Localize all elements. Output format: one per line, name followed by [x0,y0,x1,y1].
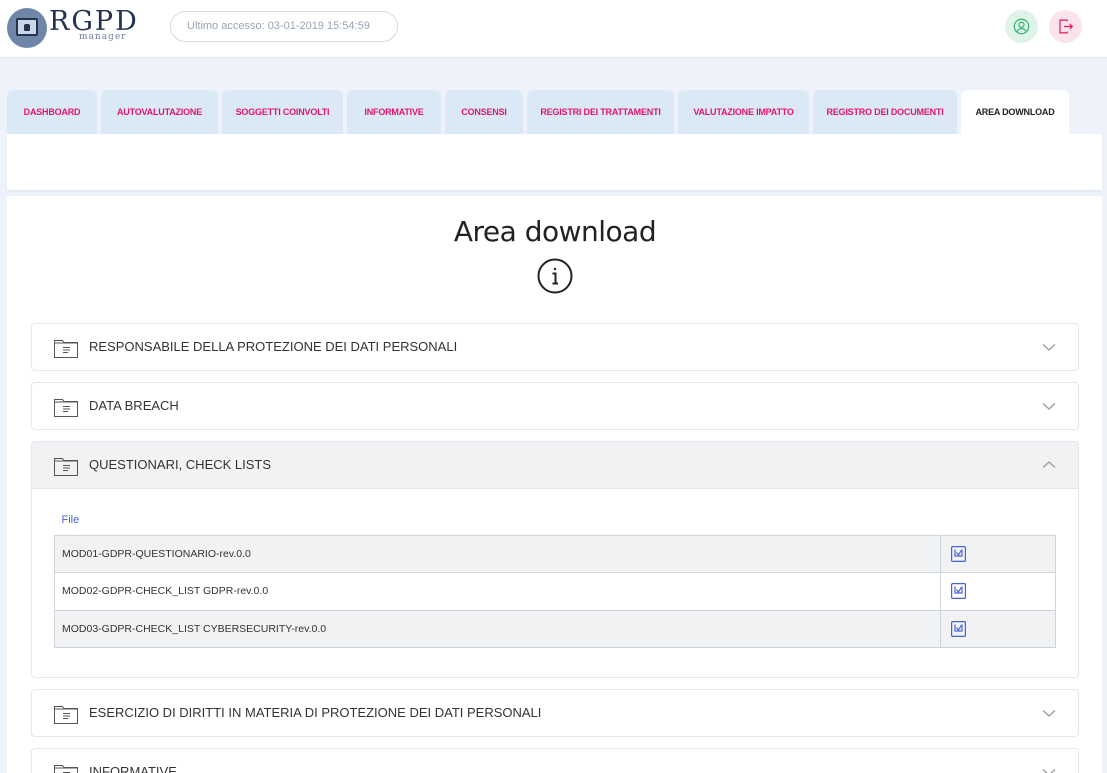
chevron-down-icon [1042,403,1056,410]
section-label: RESPONSABILE DELLA PROTEZIONE DEI DATI P… [89,339,458,354]
chevron-down-icon [1042,710,1056,717]
tab-registro-documenti[interactable]: REGISTRO DEI DOCUMENTI [813,90,957,134]
folder-icon [54,706,78,724]
file-column-header: File [54,505,1056,536]
download-icon[interactable] [951,545,966,562]
table-row: MOD01-GDPR-QUESTIONARIO-rev.0.0 [54,535,1056,573]
tab-registri-trattamenti[interactable]: REGISTRI DEI TRATTAMENTI [527,90,674,134]
section-responsabile-protezione[interactable]: RESPONSABILE DELLA PROTEZIONE DEI DATI P… [31,323,1079,371]
tab-consensi[interactable]: CONSENSI [445,90,523,134]
section-label: DATA BREACH [89,398,179,413]
section-data-breach[interactable]: DATA BREACH [31,382,1079,430]
table-row: MOD03-GDPR-CHECK_LIST CYBERSECURITY-rev.… [54,610,1056,648]
download-icon[interactable] [951,620,966,637]
top-header: RGPD manager Ultimo accesso: 03-01-2019 … [0,0,1107,58]
logout-button[interactable] [1049,10,1082,43]
file-name: MOD03-GDPR-CHECK_LIST CYBERSECURITY-rev.… [54,610,941,648]
page-title: Area download [453,215,657,248]
section-esercizio-diritti[interactable]: ESERCIZIO DI DIRITTI IN MATERIA DI PROTE… [31,689,1079,737]
download-icon[interactable] [951,583,966,600]
chevron-up-icon [1042,461,1056,468]
section-informative[interactable]: INFORMATIVE [31,748,1079,773]
files-table: File MOD01-GDPR-QUESTIONARIO-rev.0.0 MOD… [54,505,1056,648]
file-name: MOD01-GDPR-QUESTIONARIO-rev.0.0 [54,535,941,573]
folder-icon [54,399,78,417]
download-cell [940,535,1056,573]
folder-icon [54,458,78,476]
info-icon[interactable] [537,258,573,294]
logo-subtext: manager [79,32,127,42]
app-logo[interactable]: RGPD manager [7,8,139,48]
tab-area-download[interactable]: AREA DOWNLOAD [961,90,1069,134]
section-label: INFORMATIVE [89,764,177,773]
profile-button[interactable] [1005,10,1038,43]
tab-dashboard[interactable]: DASHBOARD [7,90,97,134]
section-questionari-body: File MOD01-GDPR-QUESTIONARIO-rev.0.0 MOD… [31,489,1079,678]
table-row: MOD02-GDPR-CHECK_LIST GDPR-rev.0.0 [54,572,1056,611]
tab-autovalutazione[interactable]: AUTOVALUTAZIONE [101,90,218,134]
tab-informative[interactable]: INFORMATIVE [347,90,441,134]
user-circle-icon [1013,18,1030,35]
folder-icon [54,340,78,358]
tab-soggetti-coinvolti[interactable]: SOGGETTI COINVOLTI [222,90,343,134]
chevron-down-icon [1042,344,1056,351]
last-access-badge: Ultimo accesso: 03-01-2019 15:54:59 [170,11,398,42]
tab-valutazione-impatto[interactable]: VALUTAZIONE IMPATTO [678,90,809,134]
download-cell [940,610,1056,648]
logout-icon [1059,19,1074,34]
chevron-down-icon [1042,769,1056,773]
file-name: MOD02-GDPR-CHECK_LIST GDPR-rev.0.0 [54,572,941,611]
section-questionari-check-lists[interactable]: QUESTIONARI, CHECK LISTS [31,441,1079,489]
logo-badge-icon [7,8,47,48]
section-label: ESERCIZIO DI DIRITTI IN MATERIA DI PROTE… [89,705,542,720]
section-label: QUESTIONARI, CHECK LISTS [89,457,272,472]
download-cell [940,572,1056,611]
tab-subheader [7,134,1102,190]
folder-icon [54,765,78,773]
